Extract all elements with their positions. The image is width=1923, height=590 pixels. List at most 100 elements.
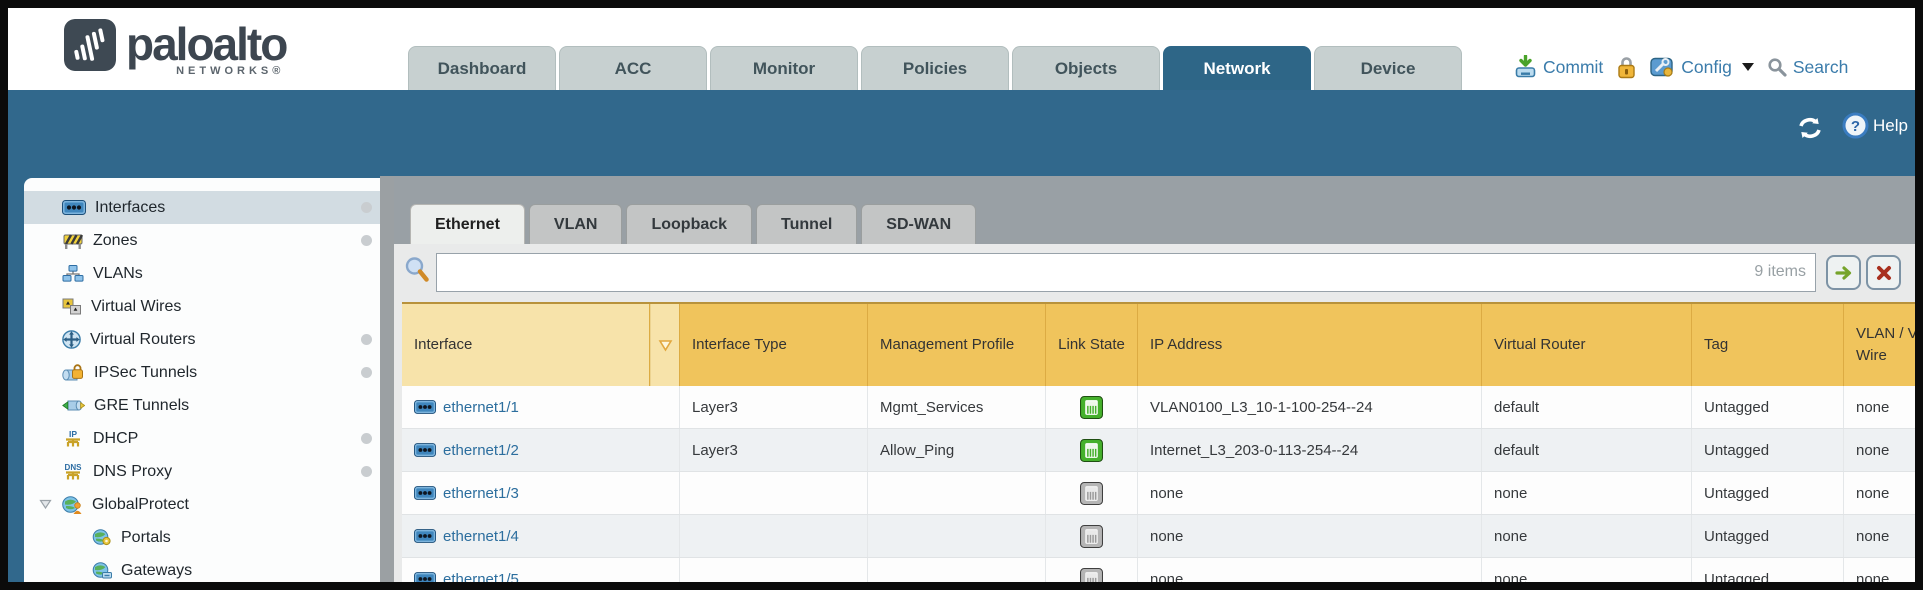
cell-vlan: none: [1844, 558, 1915, 582]
subtab-tunnel[interactable]: Tunnel: [756, 204, 857, 244]
clear-filter-button[interactable]: [1866, 255, 1901, 290]
interface-link[interactable]: ethernet1/3: [443, 485, 519, 502]
virtual-wires-icon: [62, 298, 82, 315]
sidebar-item-virtual-wires[interactable]: Virtual Wires: [24, 290, 380, 323]
items-count: 9 items: [1754, 263, 1806, 281]
paloalto-logo-icon: [64, 19, 116, 71]
sidebar-item-label: GlobalProtect: [92, 496, 189, 514]
subtab-vlan[interactable]: VLAN: [529, 204, 623, 244]
arrow-right-icon: [1835, 265, 1853, 281]
link-down-icon: [1080, 568, 1103, 583]
svg-text:DNS: DNS: [65, 463, 83, 472]
ethernet-port-icon: [414, 572, 436, 582]
help-button[interactable]: ? Help: [1842, 112, 1908, 139]
cell-ip-address: VLAN0100_L3_10-1-100-254--24: [1138, 386, 1482, 428]
cell-ip-address: none: [1138, 472, 1482, 514]
search-button[interactable]: Search: [1767, 57, 1848, 78]
sidebar-item-dns-proxy[interactable]: DNS DNS Proxy: [24, 455, 380, 488]
sidebar-item-vlans[interactable]: VLANs: [24, 257, 380, 290]
zones-icon: [62, 232, 84, 249]
column-header-interface[interactable]: Interface: [402, 304, 650, 386]
close-icon: [1876, 265, 1892, 281]
sidebar-item-gateways[interactable]: Gateways: [24, 554, 380, 582]
nav-tab-policies[interactable]: Policies: [861, 46, 1009, 90]
nav-tab-network[interactable]: Network: [1163, 46, 1311, 90]
paloalto-logo: paloalto NETWORKS®: [64, 19, 286, 77]
cell-tag: Untagged: [1692, 515, 1844, 557]
column-header-interface-type[interactable]: Interface Type: [680, 304, 868, 386]
sidebar-item-dhcp[interactable]: IP DHCP: [24, 422, 380, 455]
lock-button[interactable]: [1616, 56, 1637, 79]
gre-tunnels-icon: [62, 398, 85, 413]
refresh-icon[interactable]: [1796, 116, 1824, 140]
sidebar-item-label: Gateways: [121, 562, 192, 580]
sidebar-item-portals[interactable]: Portals: [24, 521, 380, 554]
cell-virtual-router: none: [1482, 558, 1692, 582]
cell-vlan: none: [1844, 515, 1915, 557]
cell-tag: Untagged: [1692, 386, 1844, 428]
column-header-tag[interactable]: Tag: [1692, 304, 1844, 386]
config-button[interactable]: Config: [1650, 56, 1754, 79]
sidebar-item-label: GRE Tunnels: [94, 397, 189, 415]
interfaces-table: Interface Interface Type Management Prof…: [402, 302, 1915, 582]
filter-input[interactable]: [436, 253, 1816, 292]
cell-management-profile: Allow_Ping: [868, 429, 1046, 471]
sidebar-item-ipsec-tunnels[interactable]: IPSec Tunnels: [24, 356, 380, 389]
interface-link[interactable]: ethernet1/2: [443, 442, 519, 459]
sort-indicator[interactable]: [650, 304, 680, 386]
sidebar-item-zones[interactable]: Zones: [24, 224, 380, 257]
commit-button[interactable]: Commit: [1514, 55, 1603, 79]
cell-management-profile: Mgmt_Services: [868, 386, 1046, 428]
column-header-management-profile[interactable]: Management Profile: [868, 304, 1046, 386]
column-header-ip-address[interactable]: IP Address: [1138, 304, 1482, 386]
cell-interface-type: [680, 558, 868, 582]
nav-tab-monitor[interactable]: Monitor: [710, 46, 858, 90]
sidebar-item-globalprotect[interactable]: GlobalProtect: [24, 488, 380, 521]
brand-subtitle: NETWORKS®: [126, 65, 286, 77]
ethernet-port-icon: [414, 443, 436, 457]
apply-filter-button[interactable]: [1826, 255, 1861, 290]
primary-nav: Dashboard ACC Monitor Policies Objects N…: [408, 46, 1462, 90]
link-down-icon: [1080, 482, 1103, 505]
table-header: Interface Interface Type Management Prof…: [402, 302, 1915, 386]
cell-ip-address: none: [1138, 558, 1482, 582]
nav-tab-device[interactable]: Device: [1314, 46, 1462, 90]
column-header-link-state[interactable]: Link State: [1046, 304, 1138, 386]
status-dot: [361, 367, 372, 378]
commit-label: Commit: [1543, 57, 1603, 78]
status-dot: [361, 202, 372, 213]
svg-text:?: ?: [1851, 118, 1860, 135]
nav-tab-objects[interactable]: Objects: [1012, 46, 1160, 90]
interface-link[interactable]: ethernet1/1: [443, 399, 519, 416]
portals-icon: [92, 529, 112, 546]
vlans-icon: [62, 265, 84, 282]
sidebar-item-gre-tunnels[interactable]: GRE Tunnels: [24, 389, 380, 422]
subtab-loopback[interactable]: Loopback: [626, 204, 752, 244]
subtab-sdwan[interactable]: SD-WAN: [861, 204, 976, 244]
ethernet-port-icon: [414, 529, 436, 543]
cell-management-profile: [868, 558, 1046, 582]
subtab-ethernet[interactable]: Ethernet: [410, 204, 525, 244]
cell-interface-type: Layer3: [680, 386, 868, 428]
nav-tab-dashboard[interactable]: Dashboard: [408, 46, 556, 90]
nav-tab-acc[interactable]: ACC: [559, 46, 707, 90]
table-row: ethernet1/5 none none Untagged none: [402, 558, 1915, 582]
cell-vlan: none: [1844, 386, 1915, 428]
column-header-vlan-virtual-wire[interactable]: VLAN / Virtual-Wire: [1844, 304, 1915, 386]
sidebar-item-interfaces[interactable]: Interfaces: [24, 191, 380, 224]
expander-triangle-icon[interactable]: [39, 499, 52, 510]
config-icon: [1650, 56, 1675, 79]
app-screen: paloalto NETWORKS® Dashboard ACC Monitor…: [8, 8, 1915, 582]
cell-vlan: none: [1844, 429, 1915, 471]
filter-bar: 9 items: [394, 244, 1915, 302]
panel-splitter[interactable]: [380, 176, 394, 582]
window-frame: paloalto NETWORKS® Dashboard ACC Monitor…: [0, 0, 1923, 590]
cell-tag: Untagged: [1692, 429, 1844, 471]
column-header-virtual-router[interactable]: Virtual Router: [1482, 304, 1692, 386]
sidebar-item-label: Portals: [121, 529, 171, 547]
interface-link[interactable]: ethernet1/4: [443, 528, 519, 545]
interfaces-icon: [62, 200, 86, 215]
sidebar-item-virtual-routers[interactable]: Virtual Routers: [24, 323, 380, 356]
interface-link[interactable]: ethernet1/5: [443, 571, 519, 583]
main-panel: Ethernet VLAN Loopback Tunnel SD-WAN 9 i…: [394, 176, 1915, 582]
